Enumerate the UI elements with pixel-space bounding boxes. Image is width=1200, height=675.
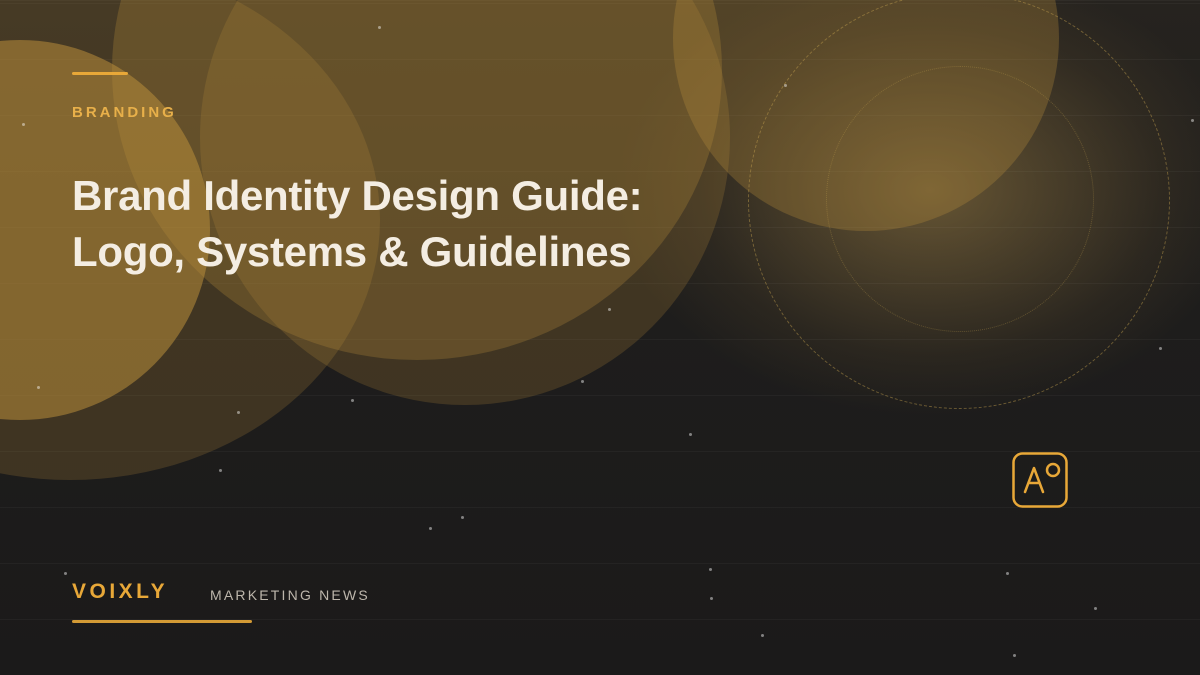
- star-dot: [37, 386, 40, 389]
- star-dot: [709, 568, 712, 571]
- star-dot: [461, 516, 464, 519]
- brand-underline: [72, 620, 252, 623]
- hero-banner: BRANDING Brand Identity Design Guide: Lo…: [0, 0, 1200, 675]
- category-label: BRANDING: [72, 104, 177, 121]
- section-label: MARKETING NEWS: [210, 587, 370, 603]
- star-dot: [581, 380, 584, 383]
- title-line-2: Logo, Systems & Guidelines: [72, 228, 632, 275]
- star-dot: [1094, 607, 1097, 610]
- star-dot: [64, 572, 67, 575]
- accent-bar: [72, 72, 128, 75]
- star-dot: [429, 527, 432, 530]
- star-dot: [22, 123, 25, 126]
- star-dot: [219, 469, 222, 472]
- star-dot: [1006, 572, 1009, 575]
- star-dot: [1013, 654, 1016, 657]
- star-dot: [784, 84, 787, 87]
- star-dot: [1159, 347, 1162, 350]
- star-dot: [351, 399, 354, 402]
- star-dot: [237, 411, 240, 414]
- article-title: Brand Identity Design Guide: Logo, Syste…: [72, 168, 832, 280]
- star-dot: [608, 308, 611, 311]
- typography-icon: [1012, 452, 1068, 508]
- star-dot: [689, 433, 692, 436]
- star-dot: [710, 597, 713, 600]
- decorative-dotted-ring: [826, 66, 1094, 332]
- star-dot: [761, 634, 764, 637]
- star-dot: [1191, 119, 1194, 122]
- star-dot: [378, 26, 381, 29]
- brand-logo-text[interactable]: VOIXLY: [72, 580, 168, 604]
- title-line-1: Brand Identity Design Guide:: [72, 172, 643, 219]
